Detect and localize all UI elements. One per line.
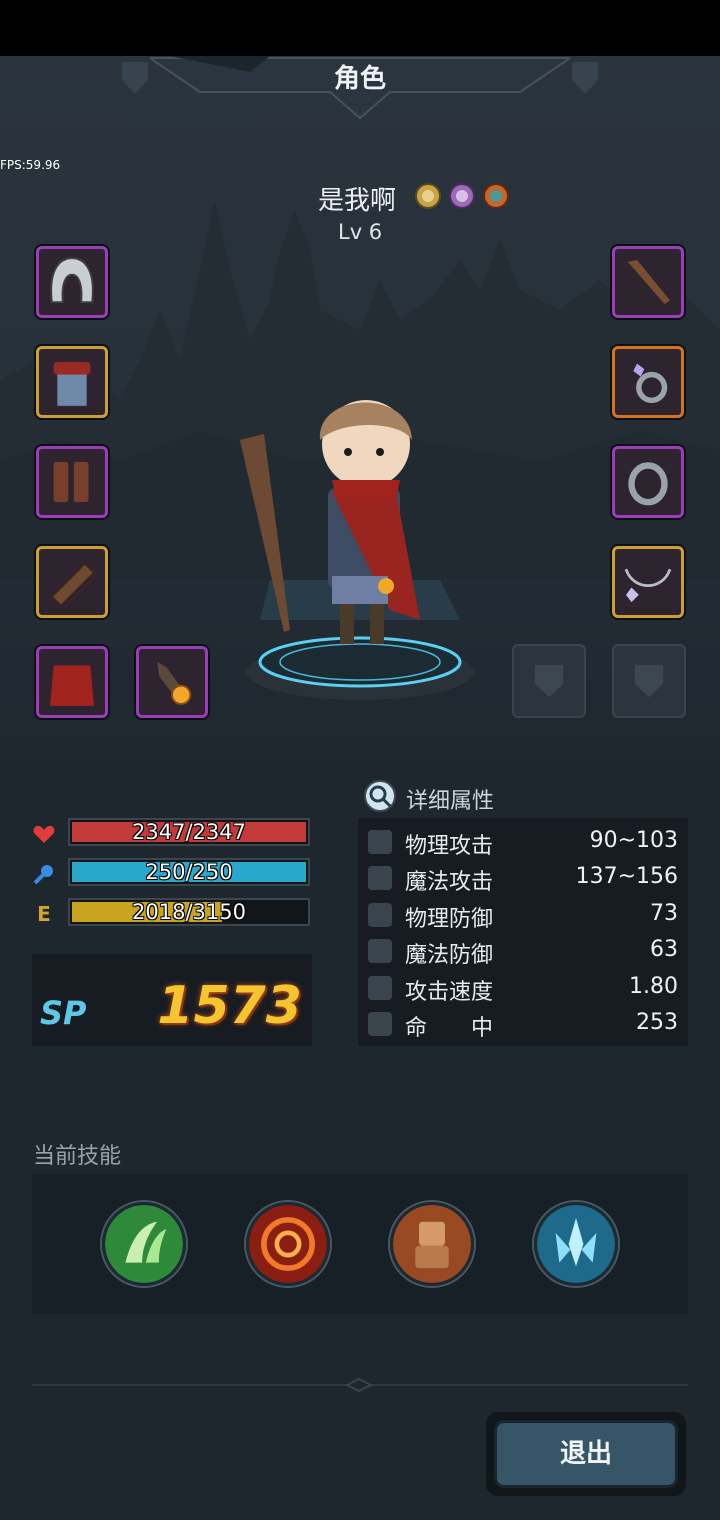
sp-value: 1573 (157, 976, 302, 1036)
page-title: 角色 (333, 64, 386, 94)
mp-bar-row: 250/250 (32, 858, 312, 890)
stat-name: 魔法防御 (405, 943, 494, 968)
skill-slot-4[interactable] (534, 1202, 618, 1286)
gem-ring-icon (633, 363, 668, 404)
stats-panel: 物理攻击 90~103 魔法攻击 137~156 物理防御 73 魔法防御 63… (358, 818, 688, 1046)
iron-ring-icon (628, 462, 668, 506)
hp-bar-row: 2347/2347 (32, 818, 312, 850)
exp-bar-row: E 2018/3150 (32, 898, 312, 930)
bracer-icon (50, 562, 96, 608)
boots-icon (53, 461, 89, 503)
amulet-gem-icon (157, 661, 192, 705)
tunic-icon (53, 361, 91, 406)
equip-slot-weapon[interactable] (612, 246, 684, 318)
mp-value: 250/250 (145, 860, 233, 884)
stat-value: 63 (650, 937, 678, 962)
stat-value: 90~103 (589, 828, 678, 853)
character-level: Lv 6 (338, 220, 383, 244)
stat-value: 137~156 (575, 864, 678, 889)
purple-medal-icon[interactable] (448, 182, 476, 212)
stat-name: 魔法攻击 (405, 870, 494, 895)
stat-row: 攻击速度 1.80 (358, 970, 688, 1006)
stat-name: 物理攻击 (405, 834, 494, 859)
fps-counter: FPS:59.96 (0, 158, 61, 172)
character-model (240, 400, 474, 700)
stone-golem-skill-icon (393, 1205, 471, 1283)
skill-slot-2[interactable] (246, 1202, 330, 1286)
cape-icon (50, 665, 94, 706)
stat-row: 物理攻击 90~103 (358, 824, 688, 860)
stat-value: 1.80 (629, 974, 678, 999)
shield-icon (368, 903, 392, 927)
gold-medal-icon[interactable] (414, 182, 442, 212)
skill-slot-1[interactable] (102, 1202, 186, 1286)
skill-slot-3[interactable] (390, 1202, 474, 1286)
bronze-medal-icon[interactable] (482, 182, 510, 212)
mp-bar: 250/250 (68, 858, 310, 886)
equip-slot-arms[interactable] (36, 546, 108, 618)
skills-panel (32, 1174, 688, 1314)
hood-icon (50, 257, 94, 304)
hp-value: 2347/2347 (132, 820, 246, 844)
equip-slot-accessory[interactable] (136, 646, 208, 718)
fire-vortex-skill-icon (249, 1205, 327, 1283)
character-name: 是我啊 (318, 186, 397, 216)
detail-attributes-title: 详细属性 (406, 789, 495, 814)
stat-row: 物理防御 73 (358, 897, 688, 933)
heart-icon (33, 825, 55, 843)
stat-row: 魔法攻击 137~156 (358, 860, 688, 896)
wind-slash-skill-icon (105, 1205, 183, 1283)
stat-value: 73 (650, 901, 678, 926)
stat-row: 命 中 253 (358, 1006, 688, 1042)
magnifier-icon (364, 780, 396, 812)
equip-slot-empty-1[interactable] (512, 644, 586, 718)
ice-crystal-skill-icon (537, 1205, 615, 1283)
exp-value: 2018/3150 (132, 900, 246, 924)
equip-slot-ring-1[interactable] (612, 346, 684, 418)
sp-label: SP (40, 994, 87, 1032)
sword-icon (368, 830, 392, 854)
speed-icon (368, 976, 392, 1000)
equip-slot-head[interactable] (36, 246, 108, 318)
exit-button-label: 退出 (559, 1439, 612, 1469)
equip-slot-ring-2[interactable] (612, 446, 684, 518)
equip-slot-body[interactable] (36, 346, 108, 418)
empty-slot-icon (534, 664, 564, 698)
exp-bar: 2018/3150 (68, 898, 310, 926)
empty-slot-icon (634, 664, 664, 698)
necklace-icon (624, 568, 672, 603)
exp-icon: E (37, 902, 51, 926)
equip-slot-cape[interactable] (36, 646, 108, 718)
stat-name: 命 中 (405, 1016, 494, 1041)
target-icon (368, 1012, 392, 1036)
mana-icon (33, 865, 53, 885)
current-skills-label: 当前技能 (33, 1144, 122, 1169)
hp-bar: 2347/2347 (68, 818, 310, 846)
magic-shield-icon (368, 939, 392, 963)
equip-slot-neck[interactable] (612, 546, 684, 618)
stat-name: 攻击速度 (405, 980, 494, 1005)
sp-panel: SP 1573 (32, 954, 312, 1046)
wand-icon (368, 866, 392, 890)
equip-slot-empty-2[interactable] (612, 644, 686, 718)
stat-value: 253 (636, 1010, 678, 1035)
exit-button[interactable]: 退出 (486, 1412, 686, 1496)
equip-slot-feet[interactable] (36, 446, 108, 518)
stat-row: 魔法防御 63 (358, 933, 688, 969)
divider-ornament-icon (346, 1378, 372, 1392)
status-bar (0, 0, 720, 56)
staff-icon (627, 260, 670, 304)
stat-name: 物理防御 (405, 907, 494, 932)
